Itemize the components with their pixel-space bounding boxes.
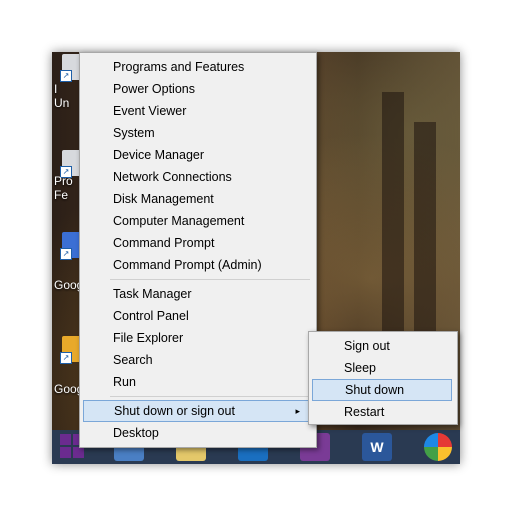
menu-item-disk-management[interactable]: Disk Management <box>83 188 311 210</box>
menu-item-shut-down-or-sign-out[interactable]: Shut down or sign out ▸ <box>83 400 311 422</box>
menu-item-command-prompt[interactable]: Command Prompt <box>83 232 311 254</box>
picasa-icon[interactable] <box>424 433 452 461</box>
menu-item-programs-and-features[interactable]: Programs and Features <box>83 56 311 78</box>
start-icon <box>73 447 84 458</box>
submenu-item-sleep[interactable]: Sleep <box>312 357 452 379</box>
shortcut-arrow-icon: ↗ <box>60 248 72 260</box>
menu-item-device-manager[interactable]: Device Manager <box>83 144 311 166</box>
menu-item-label: Power Options <box>113 82 195 96</box>
submenu-item-restart[interactable]: Restart <box>312 401 452 423</box>
menu-item-label: Command Prompt <box>113 236 215 250</box>
menu-item-label: Run <box>113 375 136 389</box>
menu-item-label: Network Connections <box>113 170 232 184</box>
menu-item-label: Task Manager <box>113 287 192 301</box>
word-icon[interactable]: W <box>362 433 392 461</box>
menu-item-label: Event Viewer <box>113 104 187 118</box>
submenu-item-sign-out[interactable]: Sign out <box>312 335 452 357</box>
wallpaper-detail <box>414 122 436 342</box>
menu-item-run[interactable]: Run <box>83 371 311 393</box>
start-icon <box>60 447 71 458</box>
menu-item-label: File Explorer <box>113 331 184 345</box>
menu-item-label: Disk Management <box>113 192 214 206</box>
menu-item-label: Control Panel <box>113 309 189 323</box>
shutdown-submenu: Sign out Sleep Shut down Restart <box>308 331 458 425</box>
shortcut-arrow-icon: ↗ <box>60 70 72 82</box>
menu-item-command-prompt-admin[interactable]: Command Prompt (Admin) <box>83 254 311 276</box>
menu-item-search[interactable]: Search <box>83 349 311 371</box>
menu-item-label: Desktop <box>113 426 159 440</box>
menu-item-label: Search <box>113 353 153 367</box>
menu-item-control-panel[interactable]: Control Panel <box>83 305 311 327</box>
menu-item-task-manager[interactable]: Task Manager <box>83 283 311 305</box>
menu-item-power-options[interactable]: Power Options <box>83 78 311 100</box>
menu-item-desktop[interactable]: Desktop <box>83 422 311 444</box>
submenu-item-shut-down[interactable]: Shut down <box>312 379 452 401</box>
start-icon <box>60 434 71 445</box>
menu-separator <box>110 396 310 397</box>
menu-item-system[interactable]: System <box>83 122 311 144</box>
submenu-arrow-icon: ▸ <box>295 406 300 416</box>
wallpaper-detail <box>382 92 404 352</box>
menu-item-label: Computer Management <box>113 214 245 228</box>
menu-item-label: Device Manager <box>113 148 205 162</box>
menu-item-file-explorer[interactable]: File Explorer <box>83 327 311 349</box>
menu-item-label: Shut down or sign out <box>114 404 235 418</box>
context-menu: Programs and Features Power Options Event … <box>79 52 317 448</box>
menu-separator <box>110 279 310 280</box>
menu-item-label: Programs and Features <box>113 60 245 74</box>
menu-item-label: Command Prompt (Admin) <box>113 258 262 272</box>
menu-item-label: System <box>113 126 155 140</box>
shortcut-arrow-icon: ↗ <box>60 352 72 364</box>
menu-item-event-viewer[interactable]: Event Viewer <box>83 100 311 122</box>
menu-item-network-connections[interactable]: Network Connections <box>83 166 311 188</box>
menu-item-computer-management[interactable]: Computer Management <box>83 210 311 232</box>
